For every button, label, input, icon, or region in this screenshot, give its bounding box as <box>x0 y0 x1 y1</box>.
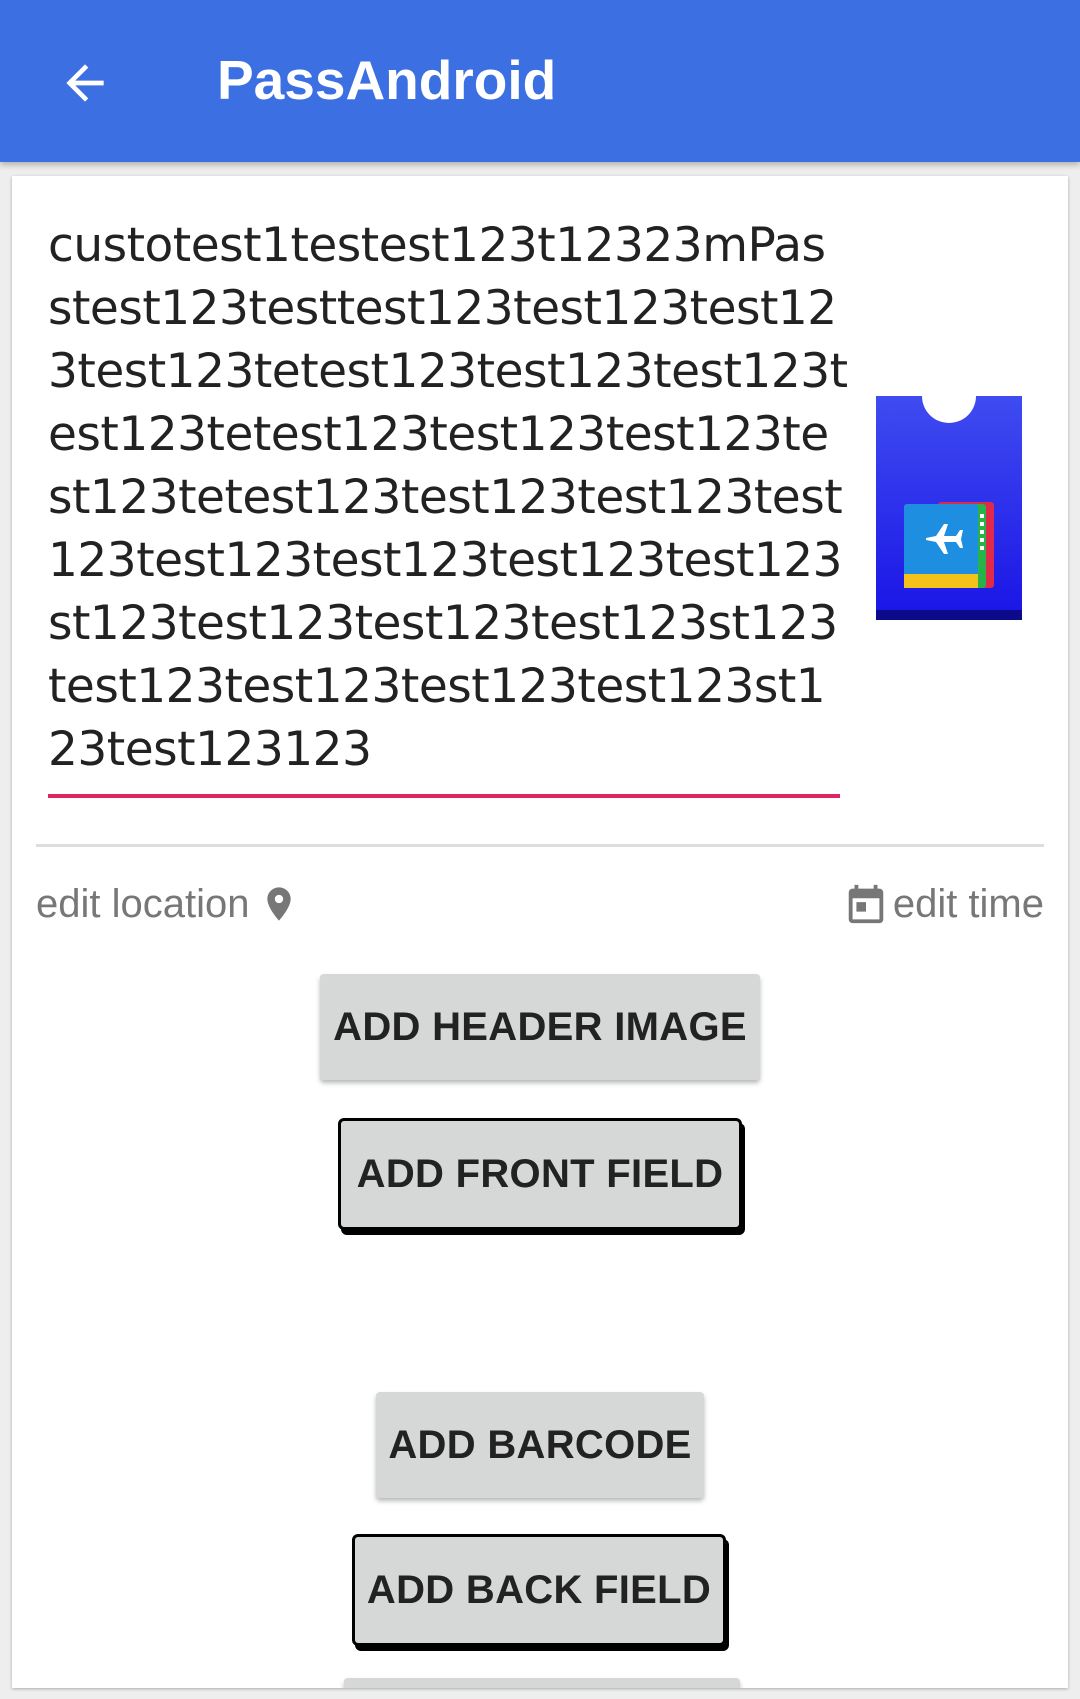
edit-location-label: edit location <box>36 881 250 926</box>
app-title: PassAndroid <box>217 49 557 111</box>
calendar-icon <box>843 879 889 929</box>
edit-time-button[interactable]: edit time <box>843 876 1044 932</box>
app-bar: PassAndroid <box>0 0 1080 162</box>
add-barcode-button[interactable]: ADD BARCODE <box>376 1392 704 1498</box>
edit-time-label: edit time <box>892 881 1044 926</box>
add-front-field-button[interactable]: ADD FRONT FIELD <box>338 1118 742 1230</box>
boarding-pass-icon[interactable] <box>876 396 1022 620</box>
arrow-back-icon <box>57 55 113 111</box>
input-underline <box>48 794 840 798</box>
partially-visible-button[interactable] <box>344 1678 740 1688</box>
add-back-field-button[interactable]: ADD BACK FIELD <box>352 1534 726 1646</box>
add-header-image-button[interactable]: ADD HEADER IMAGE <box>320 974 760 1080</box>
back-button[interactable] <box>40 38 130 128</box>
pass-editor-card: custotest1testest123t12323mPasstest123te… <box>12 176 1068 1688</box>
location-pin-icon <box>259 879 299 929</box>
divider <box>36 844 1044 847</box>
edit-location-button[interactable]: edit location <box>36 876 299 932</box>
pass-description-input[interactable]: custotest1testest123t12323mPasstest123te… <box>48 214 848 781</box>
